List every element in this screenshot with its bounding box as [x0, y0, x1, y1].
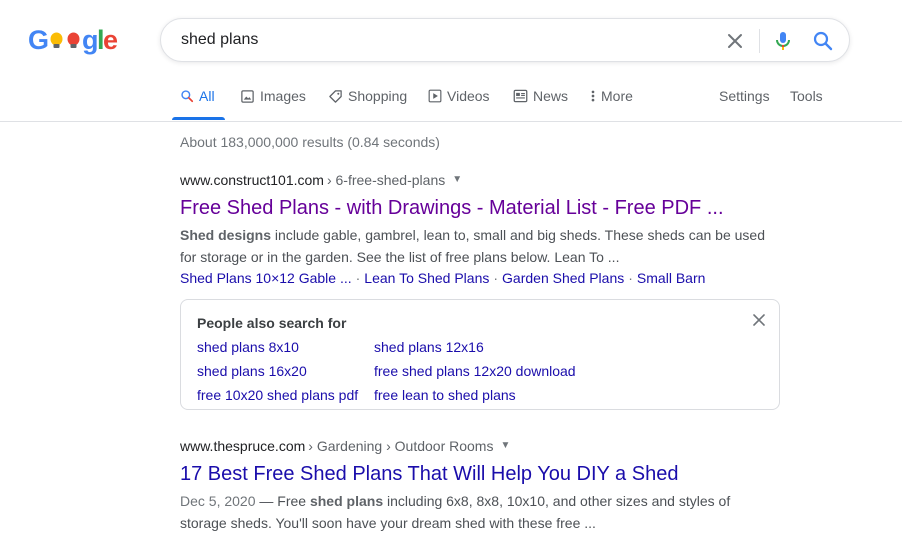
caret-down-icon[interactable]: ▼	[500, 436, 510, 456]
related-search-link[interactable]: shed plans 8x10	[197, 339, 299, 355]
sitelink[interactable]: Shed Plans 10×12 Gable ...	[180, 270, 352, 286]
result-date: Dec 5, 2020	[180, 493, 256, 509]
snippet-highlight: Shed designs	[180, 227, 272, 243]
people-also-search-box: People also search for shed plans 8x10 s…	[180, 299, 780, 410]
search-result: www.construct101.com › 6-free-shed-plans…	[180, 170, 780, 288]
tools-label: Tools	[790, 88, 823, 104]
search-divider	[759, 29, 760, 53]
tab-label: All	[199, 88, 215, 104]
snippet-text: — Free	[255, 493, 310, 509]
active-tab-indicator	[172, 117, 225, 120]
search-icon	[181, 90, 194, 103]
tab-label: More	[601, 88, 633, 104]
more-vert-icon	[591, 90, 595, 102]
related-search-link[interactable]: free 10x20 shed plans pdf	[197, 387, 358, 403]
snippet-highlight: shed plans	[309, 493, 384, 509]
result-domain: www.construct101.com	[180, 172, 324, 188]
logo-letter-g2: g	[82, 25, 99, 55]
related-search-link[interactable]: free lean to shed plans	[374, 387, 516, 403]
result-domain: www.thespruce.com	[180, 438, 306, 454]
tab-label: Videos	[447, 88, 490, 104]
search-tabs: All Images Shopping Videos News More Set…	[0, 78, 902, 120]
tab-news[interactable]: News	[513, 88, 568, 120]
result-snippet: Shed designs include gable, gambrel, lea…	[180, 224, 780, 268]
tab-label: News	[533, 88, 569, 104]
sitelink-separator: ·	[355, 270, 361, 286]
header: G g l e shed plans All Images Shopping V…	[0, 0, 902, 122]
image-icon	[241, 90, 254, 103]
settings-link[interactable]: Settings	[719, 88, 770, 120]
related-search-link[interactable]: shed plans 12x16	[374, 339, 484, 355]
lightbulb-icon	[50, 32, 63, 48]
result-path: › 6-free-shed-plans	[326, 172, 446, 188]
sitelink-separator: ·	[493, 270, 499, 286]
people-also-search-title: People also search for	[197, 315, 347, 331]
search-icon[interactable]	[811, 29, 835, 53]
tab-label: Images	[260, 88, 306, 104]
sitelink[interactable]: Lean To Shed Plans	[364, 270, 489, 286]
tab-more[interactable]: More	[590, 88, 633, 120]
sitelink-separator: ·	[628, 270, 633, 286]
result-url[interactable]: www.thespruce.com › Gardening › Outdoor …	[180, 436, 780, 456]
sitelinks: Shed Plans 10×12 Gable ... · Lean To Shed …	[180, 268, 780, 288]
tab-label: Shopping	[348, 88, 408, 104]
logo-letter-e: e	[103, 25, 118, 55]
caret-down-icon[interactable]: ▼	[452, 170, 462, 190]
result-stats: About 183,000,000 results (0.84 seconds)	[180, 134, 440, 150]
result-path: › Gardening › Outdoor Rooms	[308, 438, 494, 454]
settings-label: Settings	[719, 88, 770, 104]
google-logo[interactable]: G g l e	[28, 25, 118, 59]
sitelink[interactable]: Small Barn	[637, 270, 705, 286]
tab-images[interactable]: Images	[240, 88, 306, 120]
close-icon[interactable]	[723, 29, 747, 53]
result-title[interactable]: Free Shed Plans - with Drawings - Materi…	[180, 195, 780, 221]
search-result: www.thespruce.com › Gardening › Outdoor …	[180, 436, 780, 534]
play-icon	[428, 89, 442, 103]
mic-icon[interactable]	[771, 29, 795, 53]
tab-shopping[interactable]: Shopping	[328, 88, 407, 120]
tab-videos[interactable]: Videos	[428, 88, 490, 120]
tab-all[interactable]: All	[172, 88, 225, 120]
lightbulb-icon	[67, 32, 80, 48]
related-search-link[interactable]: free shed plans 12x20 download	[374, 363, 576, 379]
result-url[interactable]: www.construct101.com › 6-free-shed-plans…	[180, 170, 780, 190]
logo-letter-g: G	[28, 25, 49, 55]
search-box	[160, 18, 850, 62]
close-icon[interactable]	[751, 312, 767, 328]
result-snippet: Dec 5, 2020 — Free shed plans including …	[180, 490, 780, 534]
result-title[interactable]: 17 Best Free Shed Plans That Will Help Y…	[180, 461, 780, 487]
tools-link[interactable]: Tools	[790, 88, 823, 120]
newspaper-icon	[513, 89, 528, 103]
related-search-link[interactable]: shed plans 16x20	[197, 363, 307, 379]
sitelink[interactable]: Garden Shed Plans	[502, 270, 624, 286]
search-input[interactable]	[181, 29, 701, 51]
tag-icon	[329, 90, 342, 103]
